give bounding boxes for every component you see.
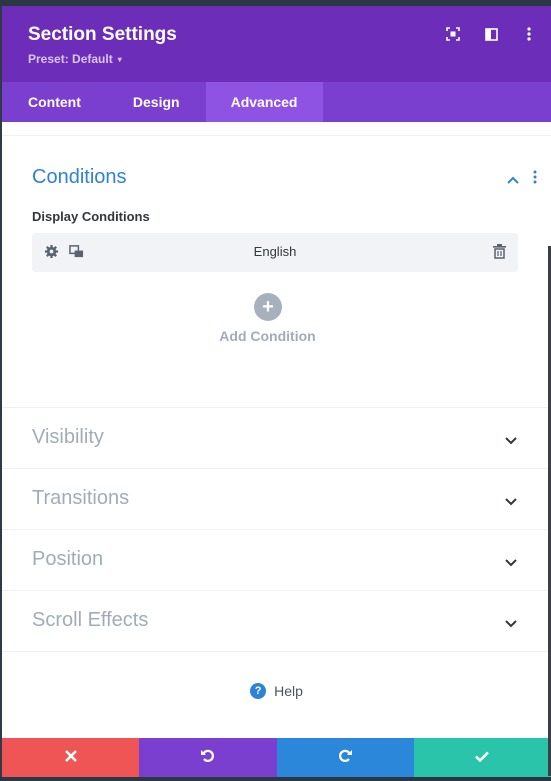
section-position[interactable]: Position: [2, 529, 551, 590]
caret-down-icon: ▾: [117, 54, 122, 64]
help-link[interactable]: ? Help: [2, 683, 551, 699]
undo-icon: [200, 747, 216, 768]
help-label: Help: [274, 683, 303, 699]
chevron-down-icon: [505, 615, 517, 633]
preset-label: Preset: Default: [28, 52, 113, 66]
preset-selector[interactable]: Preset: Default ▾: [28, 52, 122, 66]
divider: [2, 135, 551, 136]
modal-header: Section Settings Preset: Default ▾: [2, 6, 551, 82]
chevron-down-icon: [505, 493, 517, 511]
sidebar-layout-icon[interactable]: [483, 26, 499, 42]
divider: [2, 651, 551, 652]
section-label: Position: [32, 548, 104, 570]
section-scroll-effects[interactable]: Scroll Effects: [2, 590, 551, 651]
tab-bar: Content Design Advanced: [2, 82, 551, 122]
modal-title: Section Settings: [28, 24, 177, 45]
save-button[interactable]: [413, 738, 551, 777]
condition-name: English: [253, 244, 297, 259]
redo-button[interactable]: [276, 738, 414, 777]
conditions-actions: [507, 170, 537, 189]
conditions-title[interactable]: Conditions: [32, 166, 127, 189]
modal-footer: [2, 738, 551, 777]
trash-icon[interactable]: [493, 244, 506, 264]
tab-advanced[interactable]: Advanced: [205, 82, 323, 122]
section-label: Transitions: [32, 487, 130, 509]
section-label: Scroll Effects: [32, 609, 149, 631]
redo-icon: [337, 747, 353, 768]
condition-item[interactable]: English: [32, 233, 518, 272]
settings-body: Conditions Display Conditions English + …: [2, 122, 551, 738]
chevron-up-icon[interactable]: [507, 171, 519, 189]
add-condition-button[interactable]: +: [254, 293, 282, 321]
expand-icon[interactable]: [445, 26, 461, 42]
chevron-down-icon: [505, 432, 517, 450]
checkmark-icon: [475, 749, 490, 767]
add-condition-label[interactable]: Add Condition: [2, 328, 533, 344]
tab-design[interactable]: Design: [107, 82, 206, 122]
display-conditions-label: Display Conditions: [32, 209, 150, 224]
bottom-strip: [0, 777, 551, 781]
section-settings-modal: Section Settings Preset: Default ▾ Conte…: [2, 6, 551, 777]
header-icons: [445, 26, 537, 42]
undo-button[interactable]: [139, 738, 277, 777]
section-visibility[interactable]: Visibility: [2, 407, 551, 468]
discard-button[interactable]: [2, 738, 140, 777]
tab-content[interactable]: Content: [2, 82, 107, 122]
section-label: Visibility: [32, 426, 104, 448]
section-transitions[interactable]: Transitions: [2, 468, 551, 529]
help-icon: ?: [250, 683, 267, 699]
more-vertical-icon[interactable]: [521, 26, 537, 42]
more-vertical-icon[interactable]: [533, 170, 537, 189]
close-icon: [64, 749, 77, 767]
chevron-down-icon: [505, 554, 517, 572]
